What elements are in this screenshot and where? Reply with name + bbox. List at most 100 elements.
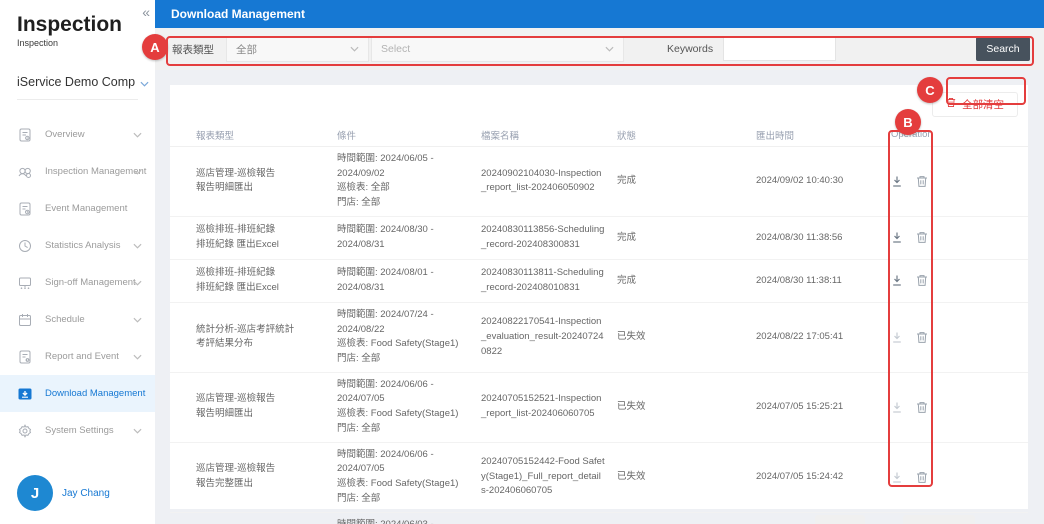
cell-condition: 時間範圍: 2024/06/06 - 2024/07/05 巡檢表: Food S… xyxy=(337,448,459,504)
app-logo-subtitle: Inspection xyxy=(17,38,59,48)
report-type-select[interactable]: 全部 xyxy=(226,36,369,62)
trash-icon[interactable] xyxy=(916,175,928,188)
download-icon[interactable] xyxy=(891,175,903,188)
sidebar-item-schedule[interactable]: Schedule xyxy=(0,301,155,338)
col-header-condition: 條件 xyxy=(337,130,357,142)
collapse-sidebar-icon[interactable]: « xyxy=(142,4,150,20)
keywords-label: Keywords xyxy=(667,43,714,55)
sidebar-item-inspection-management[interactable]: Inspection Management xyxy=(0,153,155,190)
trash-icon[interactable] xyxy=(916,231,928,244)
trash-icon xyxy=(946,97,956,111)
signoff-icon xyxy=(17,275,33,291)
sidebar-item-label: Overview xyxy=(45,129,85,140)
cell-report-type: 巡店管理-巡檢報告 報告明細匯出 xyxy=(196,393,276,420)
chevron-down-icon xyxy=(133,169,142,175)
cell-export-time: 2024/08/22 17:05:41 xyxy=(756,330,844,342)
table-row: 巡店管理-巡檢報告 報告完整匯出 時間範圍: 2024/06/06 - 2024/… xyxy=(170,443,1028,513)
sidebar-item-download-management[interactable]: Download Management xyxy=(0,375,155,412)
company-name: iService Demo Comp xyxy=(17,75,136,89)
cell-file-name: 20240902104030-Inspection_report_list-20… xyxy=(481,167,602,194)
report-icon xyxy=(17,349,33,365)
sidebar-item-statistics-analysis[interactable]: Statistics Analysis xyxy=(0,227,155,264)
clear-all-button[interactable]: 全部清空 xyxy=(932,91,1018,117)
cell-condition: 時間範圍: 2024/06/05 - 2024/09/02 巡檢表: 全部 門店: … xyxy=(337,153,434,209)
sidebar-item-sign-off-management[interactable]: Sign-off Management xyxy=(0,264,155,301)
table-row: 巡檢排班-排班紀錄 排班紀錄 匯出Excel 時間範圍: 2024/08/30 -… xyxy=(170,217,1028,260)
cell-export-time: 2024/08/30 11:38:11 xyxy=(756,274,842,286)
col-header-status: 狀態 xyxy=(617,130,637,142)
cell-report-type: 統計分析-巡店考評統計 考評結果分布 xyxy=(196,323,295,350)
col-header-operation: Operation xyxy=(891,129,933,140)
download-icon[interactable] xyxy=(891,231,903,244)
cell-status: 完成 xyxy=(617,231,637,243)
cell-condition: 時間範圍: 2024/07/24 - 2024/08/22 巡檢表: Food S… xyxy=(337,308,459,365)
filter-bar: 報表類型 全部 Select Keywords Search xyxy=(155,28,1044,70)
sidebar-item-label: Event Management xyxy=(45,203,128,214)
sidebar-item-overview[interactable]: Overview xyxy=(0,116,155,153)
col-header-export-time: 匯出時間 xyxy=(756,130,795,142)
sidebar-item-event-management[interactable]: Event Management xyxy=(0,190,155,227)
download-icon xyxy=(891,331,903,344)
table-header-row: 報表類型 條件 檔案名稱 狀態 匯出時間 Operation xyxy=(170,123,1028,147)
user-profile[interactable]: J Jay Chang xyxy=(17,475,110,511)
main-area: Download Management 報表類型 全部 Select Keywo… xyxy=(155,0,1044,524)
cell-operation xyxy=(891,226,1028,249)
cell-condition: 時間範圍: 2024/06/06 - 2024/07/05 巡檢表: Food S… xyxy=(337,378,459,434)
sidebar-item-system-settings[interactable]: System Settings xyxy=(0,412,155,449)
chevron-down-icon xyxy=(133,317,142,323)
company-selector[interactable]: iService Demo Comp xyxy=(17,75,155,89)
trash-icon[interactable] xyxy=(916,401,928,414)
sidebar-item-label: Statistics Analysis xyxy=(45,240,121,251)
download-icon[interactable] xyxy=(891,274,903,287)
trash-icon[interactable] xyxy=(916,471,928,484)
trash-icon[interactable] xyxy=(916,274,928,287)
cell-condition: 時間範圍: 2024/08/01 - 2024/08/31 xyxy=(337,267,434,293)
cell-status: 已失效 xyxy=(617,330,646,342)
top-bar: Download Management xyxy=(155,0,1044,28)
inspection-icon xyxy=(17,164,33,180)
sidebar-nav: Overview Inspection Management Event Man… xyxy=(0,116,155,449)
table-row: 巡店管理-巡檢報告 報告明細匯出 時間範圍: 2024/06/06 - 2024/… xyxy=(170,373,1028,443)
cell-condition: 時間範圍: 2024/06/03 - 2024/07/02巡檢表: Food S… xyxy=(337,518,434,524)
avatar: J xyxy=(17,475,53,511)
cell-file-name: 20240830113856-Scheduling_record-2024083… xyxy=(481,224,605,250)
cell-status: 已失效 xyxy=(617,470,646,482)
statistics-icon xyxy=(17,238,33,254)
chevron-down-icon xyxy=(605,46,614,52)
cell-operation xyxy=(891,326,1028,349)
chevron-down-icon xyxy=(133,354,142,360)
download-icon xyxy=(891,471,903,484)
trash-icon[interactable] xyxy=(916,331,928,344)
cell-export-time: 2024/07/05 15:25:21 xyxy=(756,400,844,412)
cell-report-type: 巡店管理-巡檢報告 報告明細匯出 xyxy=(196,167,276,194)
cell-status: 完成 xyxy=(617,274,637,286)
sidebar-item-label: Inspection Management xyxy=(45,166,147,177)
table-row: 統計分析-巡店考評統計 考評結果分布 時間範圍: 2024/07/24 - 202… xyxy=(170,303,1028,373)
cell-file-name: 20240705152442-Food Safety(Stage1)_Full_… xyxy=(481,455,605,497)
pagination-button[interactable] xyxy=(903,515,975,524)
cell-operation xyxy=(891,170,1028,193)
download-list-card: 全部清空 報表類型 條件 檔案名稱 狀態 匯出時間 Operation 巡店管理… xyxy=(170,85,1028,524)
cell-report-type: 巡檢排班-排班紀錄 排班紀錄 匯出Excel xyxy=(196,224,279,250)
keywords-input[interactable] xyxy=(723,37,837,61)
cell-operation xyxy=(891,466,1028,489)
app-root: Inspection Inspection « iService Demo Co… xyxy=(0,0,1044,524)
cell-status: 已失效 xyxy=(617,400,646,412)
chevron-down-icon xyxy=(350,46,359,52)
col-header-type: 報表類型 xyxy=(196,130,235,142)
chevron-down-icon xyxy=(133,132,142,138)
table-row: 巡店管理-巡檢報告報告明細匯出 時間範圍: 2024/06/03 - 2024/… xyxy=(170,513,1028,524)
sidebar-item-label: Sign-off Management xyxy=(45,277,136,288)
user-name: Jay Chang xyxy=(62,487,110,499)
page-title: Download Management xyxy=(171,7,306,21)
cell-file-name: 20240830113811-Scheduling_record-2024080… xyxy=(481,267,604,293)
download-icon xyxy=(17,386,33,402)
search-button[interactable]: Search xyxy=(976,37,1030,61)
cell-operation xyxy=(891,396,1028,419)
sidebar-item-report-and-event[interactable]: Report and Event xyxy=(0,338,155,375)
pagination-button[interactable] xyxy=(815,515,865,524)
template-select[interactable]: Select xyxy=(371,36,624,62)
cell-export-time: 2024/08/30 11:38:56 xyxy=(756,231,843,243)
report-type-value: 全部 xyxy=(236,43,257,56)
chevron-down-icon xyxy=(140,81,149,87)
